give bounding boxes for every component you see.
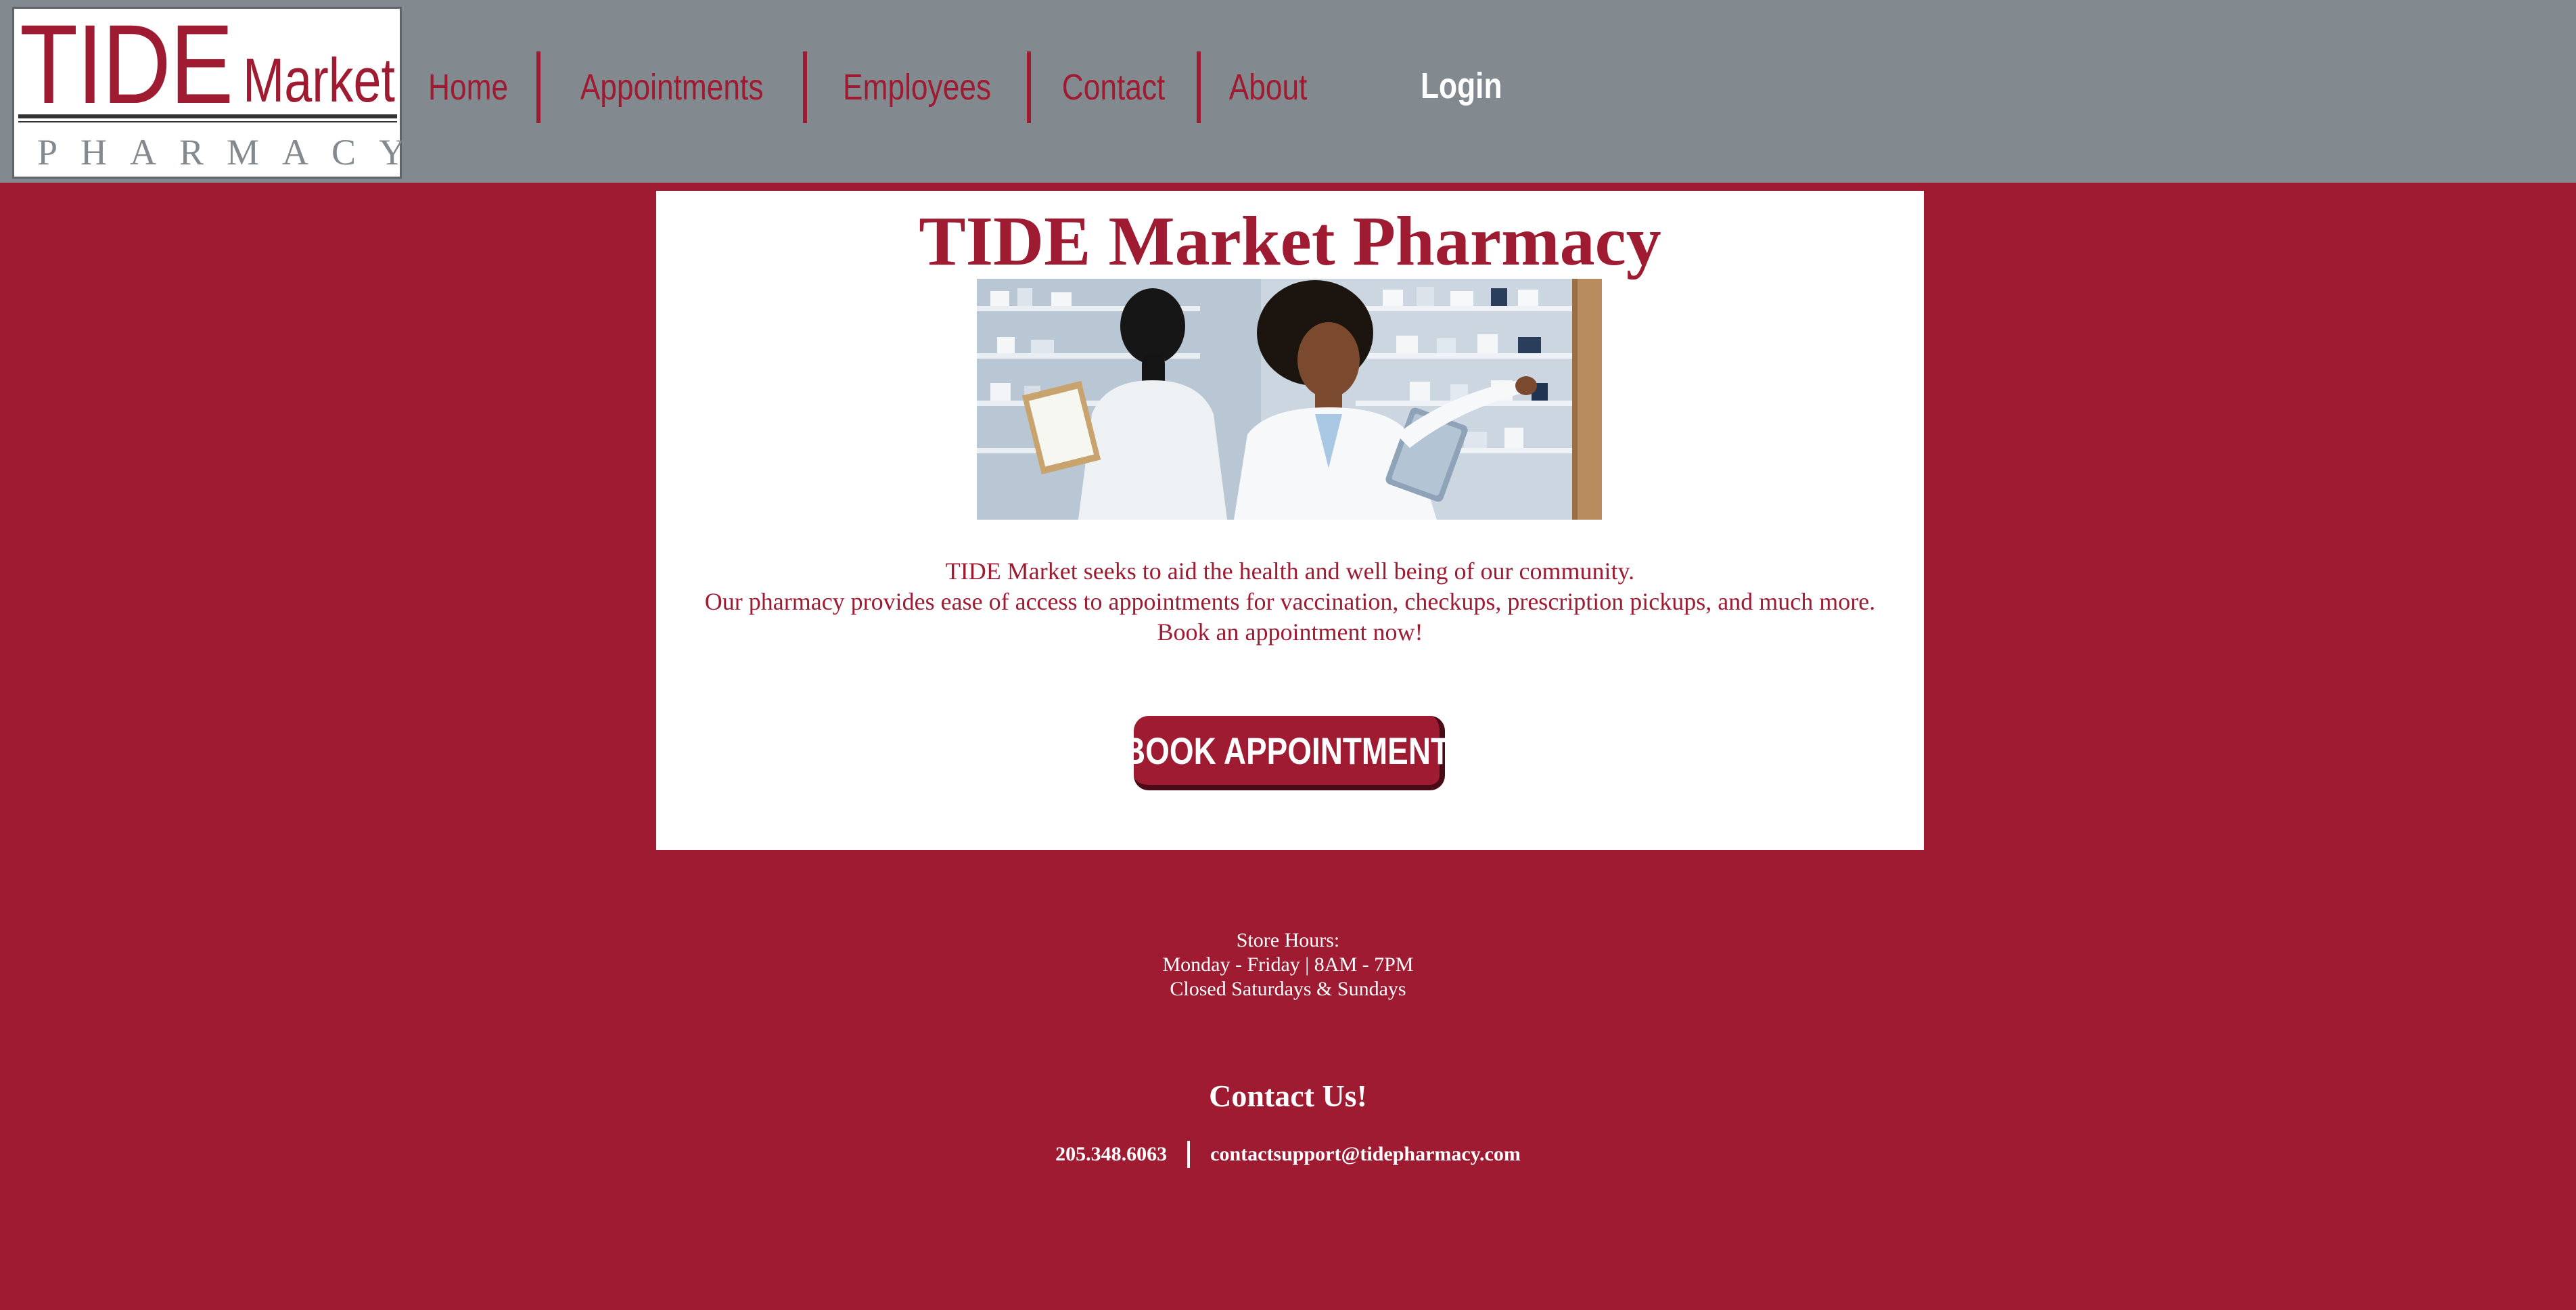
- nav-employees-link[interactable]: Employees: [807, 51, 1027, 123]
- login-link[interactable]: Login: [1421, 62, 1520, 110]
- intro-text: TIDE Market seeks to aid the health and …: [656, 556, 1924, 648]
- logo-word-pharmacy: PHARMACY: [37, 132, 429, 173]
- book-appointment-button[interactable]: BOOK APPOINTMENT: [1123, 716, 1450, 790]
- nav-contact-label: Contact: [1062, 67, 1166, 108]
- intro-line: TIDE Market seeks to aid the health and …: [945, 558, 1635, 585]
- store-hours: Store Hours: Monday - Friday | 8AM - 7PM…: [0, 928, 2576, 1001]
- tide-market-pharmacy-logo[interactable]: TIDE Market PHARMACY: [12, 2, 429, 179]
- nav-about-link[interactable]: About: [1201, 51, 1335, 123]
- nav-appointments-label: Appointments: [580, 67, 764, 108]
- book-appointment-label: BOOK APPOINTMENT: [1123, 729, 1450, 772]
- logo-rule-thin: [18, 121, 397, 122]
- login-label: Login: [1421, 66, 1502, 106]
- nav-contact-link[interactable]: Contact: [1031, 51, 1196, 123]
- nav-home-link[interactable]: Home: [407, 51, 536, 123]
- contact-heading: Contact Us!: [1209, 1079, 1367, 1113]
- pharmacists-photo: [977, 279, 1602, 520]
- phone-link[interactable]: 205.348.6063: [1055, 1141, 1167, 1168]
- contact-divider: [1187, 1141, 1191, 1168]
- main-nav: Home Appointments Employees Contact Abou…: [407, 51, 1335, 123]
- logo-rule: [18, 114, 397, 118]
- contact-info: 205.348.6063 contactsupport@tidepharmacy…: [0, 1141, 2576, 1168]
- store-hours-weekdays: Monday - Friday | 8AM - 7PM: [1162, 953, 1414, 976]
- nav-home-label: Home: [428, 67, 509, 108]
- nav-employees-label: Employees: [843, 67, 992, 108]
- logo-word-tide: TIDE: [20, 2, 233, 127]
- logo-word-market: Market: [243, 46, 395, 115]
- pharmacists-photo-illustration: [977, 279, 1602, 520]
- store-hours-weekend: Closed Saturdays & Sundays: [1170, 978, 1406, 1000]
- intro-line: Our pharmacy provides ease of access to …: [704, 588, 1876, 615]
- email-link[interactable]: contactsupport@tidepharmacy.com: [1210, 1141, 1521, 1168]
- nav-appointments-link[interactable]: Appointments: [540, 51, 803, 123]
- page-title: TIDE Market Pharmacy: [919, 202, 1661, 280]
- site-header: TIDE Market PHARMACY Home Appointments E…: [0, 0, 2576, 183]
- intro-line: Book an appointment now!: [1157, 618, 1423, 646]
- welcome-card: TIDE Market Pharmacy TIDE Market seeks t…: [656, 191, 1924, 850]
- store-hours-heading: Store Hours:: [1236, 929, 1340, 951]
- nav-about-label: About: [1228, 67, 1307, 108]
